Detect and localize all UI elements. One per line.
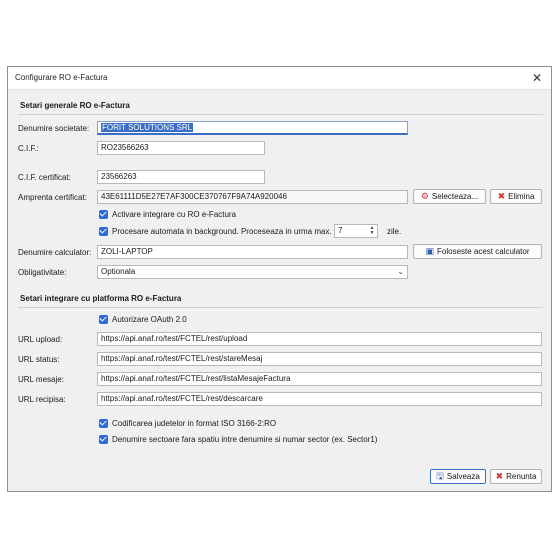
enable-integration-checkbox[interactable] [99, 210, 108, 219]
oauth-checkbox[interactable] [99, 315, 108, 324]
stepper-arrows-icon[interactable]: ▲ ▼ [368, 226, 376, 236]
remove-certificate-button[interactable]: ✖ Elimina [490, 189, 542, 204]
days-stepper[interactable]: 7 ▲ ▼ [334, 224, 378, 238]
use-this-computer-label: Foloseste acest calculator [437, 247, 530, 256]
receipt-url-input[interactable]: https://api.anaf.ro/test/FCTEL/rest/desc… [97, 392, 542, 406]
use-this-computer-button[interactable]: ▣ Foloseste acest calculator [413, 244, 542, 259]
oauth-label: Autorizare OAuth 2.0 [112, 315, 187, 324]
cancel-icon: ✖ [495, 471, 504, 481]
save-label: Salveaza [446, 472, 480, 481]
general-section-title: Setari generale RO e-Factura [20, 101, 130, 110]
cert-cif-label: C.I.F. certificat: [18, 173, 71, 182]
company-value: FORIT SOLUTIONS SRL [101, 123, 194, 132]
status-url-label: URL status: [18, 355, 60, 364]
enable-integration-label: Activare integrare cu RO e-Factura [112, 210, 237, 219]
cif-label: C.I.F.: [18, 144, 39, 153]
company-input[interactable]: FORIT SOLUTIONS SRL [97, 121, 408, 135]
mandatory-value: Optionala [101, 267, 136, 276]
fingerprint-label: Amprenta certificat: [18, 193, 87, 202]
floppy-disk-icon: 🖫 [436, 471, 444, 481]
sector-naming-checkbox[interactable] [99, 435, 108, 444]
cancel-label: Renunta [506, 472, 537, 481]
messages-url-input[interactable]: https://api.anaf.ro/test/FCTEL/rest/list… [97, 372, 542, 386]
select-certificate-button[interactable]: ⚙ Selecteaza... [413, 189, 486, 204]
status-url-input[interactable]: https://api.anaf.ro/test/FCTEL/rest/star… [97, 352, 542, 366]
save-button[interactable]: 🖫 Salveaza [430, 469, 486, 484]
integration-section-title: Setari integrare cu platforma RO e-Factu… [20, 294, 182, 303]
fingerprint-input[interactable]: 43E61111D5E27E7AF300CE370767F9A74A920046 [97, 190, 408, 204]
remove-icon: ✖ [497, 191, 506, 201]
days-unit: zile. [387, 227, 402, 236]
computer-label: Denumire calculator: [18, 248, 92, 257]
remove-certificate-label: Elimina [508, 192, 535, 201]
iso-coding-label: Codificarea judetelor in format ISO 3166… [112, 419, 277, 428]
messages-url-label: URL mesaje: [18, 375, 64, 384]
mandatory-label: Obligativitate: [18, 268, 67, 277]
close-icon[interactable]: ✕ [529, 70, 545, 86]
company-label: Denumire societate: [18, 124, 90, 133]
background-processing-label: Procesare automata in background. Proces… [112, 227, 332, 236]
background-processing-checkbox[interactable] [99, 227, 108, 236]
days-value: 7 [338, 226, 343, 235]
mandatory-select[interactable]: Optionala ⌄ [97, 265, 408, 279]
configuration-dialog: Configurare RO e-Factura ✕ Setari genera… [7, 66, 552, 492]
select-certificate-label: Selecteaza... [431, 192, 479, 201]
computer-icon: ▣ [425, 246, 434, 256]
window-title: Configurare RO e-Factura [15, 73, 108, 82]
computer-input[interactable]: ZOLI-LAPTOP [97, 245, 408, 259]
chevron-down-icon[interactable]: ⌄ [397, 266, 404, 278]
general-section-divider [18, 114, 543, 115]
upload-url-label: URL upload: [18, 335, 63, 344]
cif-input[interactable]: RO23566263 [97, 141, 265, 155]
sector-naming-label: Denumire sectoare fara spatiu intre denu… [112, 435, 378, 444]
cancel-button[interactable]: ✖ Renunta [490, 469, 542, 484]
iso-coding-checkbox[interactable] [99, 419, 108, 428]
cert-cif-input[interactable]: 23566263 [97, 170, 265, 184]
certificate-icon: ⚙ [420, 191, 429, 201]
upload-url-input[interactable]: https://api.anaf.ro/test/FCTEL/rest/uplo… [97, 332, 542, 346]
receipt-url-label: URL recipisa: [18, 395, 66, 404]
integration-section-divider [18, 307, 543, 308]
title-bar[interactable]: Configurare RO e-Factura ✕ [8, 67, 551, 90]
